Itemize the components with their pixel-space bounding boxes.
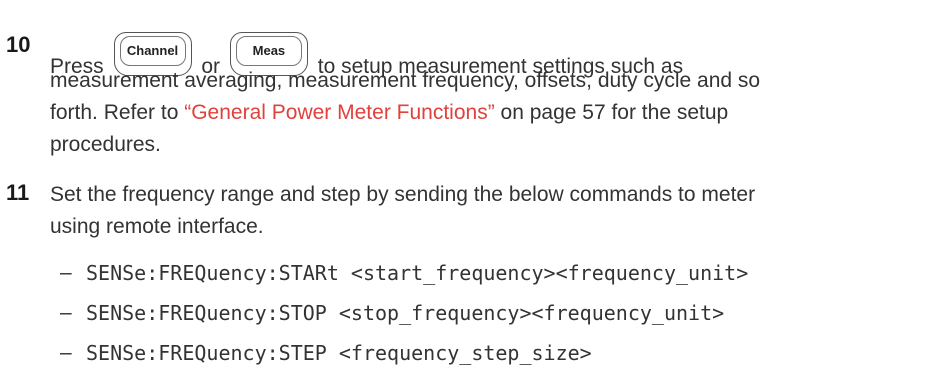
meas-key-label: Meas <box>235 36 302 66</box>
bullet-dash: – <box>60 301 72 324</box>
command-step: SENSe:FREQuency:STEP <frequency_step_siz… <box>86 341 592 365</box>
step-number: 11 <box>6 180 30 205</box>
general-power-meter-functions-link[interactable]: “General Power Meter Functions” <box>184 101 494 124</box>
page-ref-text: on page 57 for the setup <box>494 101 729 124</box>
step-number: 10 <box>6 32 31 57</box>
step-10-line-4: procedures. <box>50 133 161 156</box>
command-stop: SENSe:FREQuency:STOP <stop_frequency><fr… <box>86 301 725 325</box>
step-10-line-2: measurement averaging, measurement frequ… <box>50 69 761 92</box>
step-11-line-1: Set the frequency range and step by send… <box>50 183 756 206</box>
bullet-dash: – <box>60 341 72 364</box>
command-start: SENSe:FREQuency:STARt <start_frequency><… <box>86 261 749 285</box>
refer-text: forth. Refer to <box>50 101 185 124</box>
step-10-line-3: forth. Refer to “General Power Meter Fun… <box>50 98 728 128</box>
step-11-line-2: using remote interface. <box>50 215 264 238</box>
channel-key-label: Channel <box>119 36 186 66</box>
bullet-dash: – <box>60 261 72 284</box>
